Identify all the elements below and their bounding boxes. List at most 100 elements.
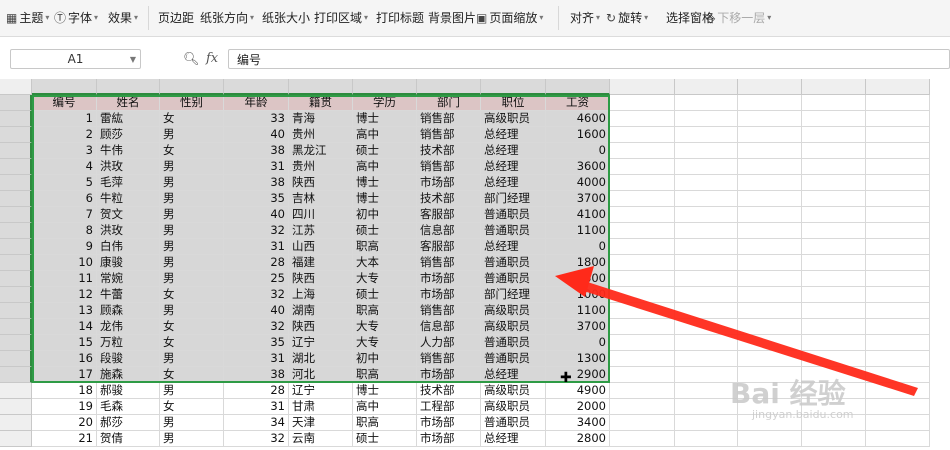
table-cell[interactable] xyxy=(738,367,802,383)
table-cell[interactable] xyxy=(802,175,866,191)
table-cell[interactable]: 女 xyxy=(160,143,224,159)
table-cell[interactable]: 市场部 xyxy=(417,367,481,383)
table-cell[interactable]: 12 xyxy=(32,287,97,303)
table-cell[interactable] xyxy=(675,415,738,431)
table-header-cell[interactable]: 部门 xyxy=(417,95,481,111)
column-header-A[interactable] xyxy=(32,79,97,95)
table-cell[interactable]: 职高 xyxy=(353,303,417,319)
table-header-cell[interactable]: 职位 xyxy=(481,95,546,111)
table-cell[interactable]: 技术部 xyxy=(417,191,481,207)
table-cell[interactable]: 市场部 xyxy=(417,415,481,431)
table-cell[interactable] xyxy=(866,351,930,367)
table-cell[interactable]: 20 xyxy=(32,415,97,431)
table-cell[interactable]: 31 xyxy=(224,399,289,415)
column-header-I[interactable] xyxy=(546,79,610,95)
table-cell[interactable] xyxy=(738,143,802,159)
table-cell[interactable] xyxy=(675,367,738,383)
table-cell[interactable] xyxy=(610,303,675,319)
table-cell[interactable] xyxy=(610,175,675,191)
table-cell[interactable] xyxy=(675,351,738,367)
table-cell[interactable] xyxy=(802,127,866,143)
row-header-17[interactable] xyxy=(0,351,32,367)
table-cell[interactable]: 硕士 xyxy=(353,431,417,447)
table-cell[interactable] xyxy=(738,431,802,447)
table-cell[interactable]: 万粒 xyxy=(97,335,160,351)
table-cell[interactable]: 1300 xyxy=(546,351,610,367)
table-cell[interactable]: 大专 xyxy=(353,319,417,335)
table-cell[interactable] xyxy=(738,351,802,367)
table-cell[interactable]: 市场部 xyxy=(417,271,481,287)
table-header-cell[interactable] xyxy=(738,95,802,111)
table-cell[interactable]: 湖南 xyxy=(289,303,353,319)
table-cell[interactable]: 博士 xyxy=(353,111,417,127)
column-header-K[interactable] xyxy=(675,79,738,95)
column-header-F[interactable] xyxy=(353,79,417,95)
table-cell[interactable]: 3600 xyxy=(546,159,610,175)
table-cell[interactable]: 毛萍 xyxy=(97,175,160,191)
table-cell[interactable] xyxy=(738,383,802,399)
table-cell[interactable] xyxy=(675,175,738,191)
table-cell[interactable]: 2 xyxy=(32,127,97,143)
toolbar-item-1[interactable]: Ⓣ 字体 ▾ xyxy=(54,9,98,26)
table-cell[interactable]: 云南 xyxy=(289,431,353,447)
table-cell[interactable]: 32 xyxy=(224,319,289,335)
table-cell[interactable]: 牛蕾 xyxy=(97,287,160,303)
table-cell[interactable]: 男 xyxy=(160,127,224,143)
table-cell[interactable]: 陕西 xyxy=(289,319,353,335)
row-header-1[interactable] xyxy=(0,95,32,111)
table-cell[interactable]: 高中 xyxy=(353,159,417,175)
table-cell[interactable] xyxy=(675,127,738,143)
table-cell[interactable]: 38 xyxy=(224,175,289,191)
row-header-6[interactable] xyxy=(0,175,32,191)
table-cell[interactable] xyxy=(802,143,866,159)
table-cell[interactable]: 硕士 xyxy=(353,143,417,159)
table-cell[interactable]: 初中 xyxy=(353,207,417,223)
table-cell[interactable]: 8 xyxy=(32,223,97,239)
table-cell[interactable]: 7 xyxy=(32,207,97,223)
table-cell[interactable]: 技术部 xyxy=(417,143,481,159)
table-cell[interactable]: 4600 xyxy=(546,111,610,127)
table-cell[interactable] xyxy=(738,223,802,239)
table-cell[interactable]: 19 xyxy=(32,399,97,415)
table-cell[interactable] xyxy=(802,255,866,271)
table-cell[interactable] xyxy=(866,239,930,255)
table-cell[interactable] xyxy=(610,127,675,143)
table-cell[interactable] xyxy=(610,287,675,303)
table-cell[interactable] xyxy=(675,143,738,159)
table-cell[interactable] xyxy=(738,255,802,271)
table-cell[interactable]: 白伟 xyxy=(97,239,160,255)
chevron-down-icon[interactable]: ▼ xyxy=(130,55,136,64)
toolbar-item-0[interactable]: ▦ 主题 ▾ xyxy=(6,9,49,26)
table-cell[interactable] xyxy=(675,303,738,319)
table-cell[interactable]: 大专 xyxy=(353,271,417,287)
table-cell[interactable]: 总经理 xyxy=(481,159,546,175)
table-cell[interactable]: 博士 xyxy=(353,191,417,207)
formula-input[interactable]: 编号 xyxy=(228,49,950,69)
table-cell[interactable]: 牛伟 xyxy=(97,143,160,159)
table-cell[interactable] xyxy=(738,399,802,415)
column-header-N[interactable] xyxy=(866,79,930,95)
row-header-21[interactable] xyxy=(0,415,32,431)
table-cell[interactable]: 32 xyxy=(224,223,289,239)
table-cell[interactable]: 男 xyxy=(160,255,224,271)
table-cell[interactable] xyxy=(802,367,866,383)
table-cell[interactable] xyxy=(802,383,866,399)
table-cell[interactable]: 14 xyxy=(32,319,97,335)
table-cell[interactable]: 10 xyxy=(32,255,97,271)
table-cell[interactable] xyxy=(675,271,738,287)
row-header-3[interactable] xyxy=(0,127,32,143)
table-cell[interactable]: 11 xyxy=(32,271,97,287)
table-cell[interactable]: 部门经理 xyxy=(481,287,546,303)
table-cell[interactable]: 2800 xyxy=(546,431,610,447)
table-cell[interactable] xyxy=(866,367,930,383)
table-cell[interactable]: 1000 xyxy=(546,287,610,303)
table-cell[interactable] xyxy=(866,415,930,431)
table-cell[interactable]: 2000 xyxy=(546,399,610,415)
table-cell[interactable]: 33 xyxy=(224,111,289,127)
table-cell[interactable]: 3 xyxy=(32,143,97,159)
table-cell[interactable]: 贺倩 xyxy=(97,431,160,447)
table-cell[interactable] xyxy=(866,223,930,239)
table-cell[interactable]: 38 xyxy=(224,143,289,159)
table-cell[interactable] xyxy=(675,255,738,271)
table-header-cell[interactable] xyxy=(675,95,738,111)
